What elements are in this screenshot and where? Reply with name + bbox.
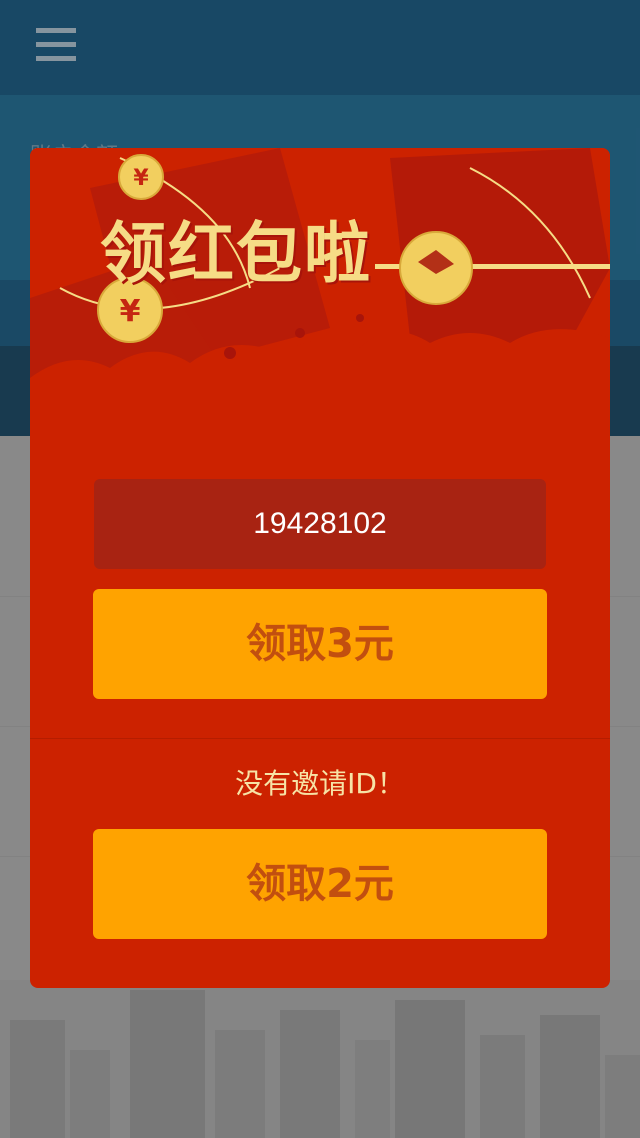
no-invite-text: 没有邀请ID！ xyxy=(235,767,405,800)
invite-id-field[interactable]: 19428102 xyxy=(94,479,546,569)
divider xyxy=(30,738,610,739)
red-packet-modal: ¥ ¥ 领红包啦 19428102 领取3元 没有邀请ID！ 领取2元 xyxy=(30,148,610,988)
svg-text:¥: ¥ xyxy=(133,166,149,191)
yuan-coin-icon xyxy=(399,231,473,305)
claim-2-yuan-button[interactable]: 领取2元 xyxy=(93,829,547,939)
modal-title: 领红包啦 xyxy=(100,215,372,292)
yuan-coin-icon: ¥ xyxy=(118,154,164,200)
claim-3-yuan-button[interactable]: 领取3元 xyxy=(93,589,547,699)
svg-text:¥: ¥ xyxy=(120,294,141,329)
